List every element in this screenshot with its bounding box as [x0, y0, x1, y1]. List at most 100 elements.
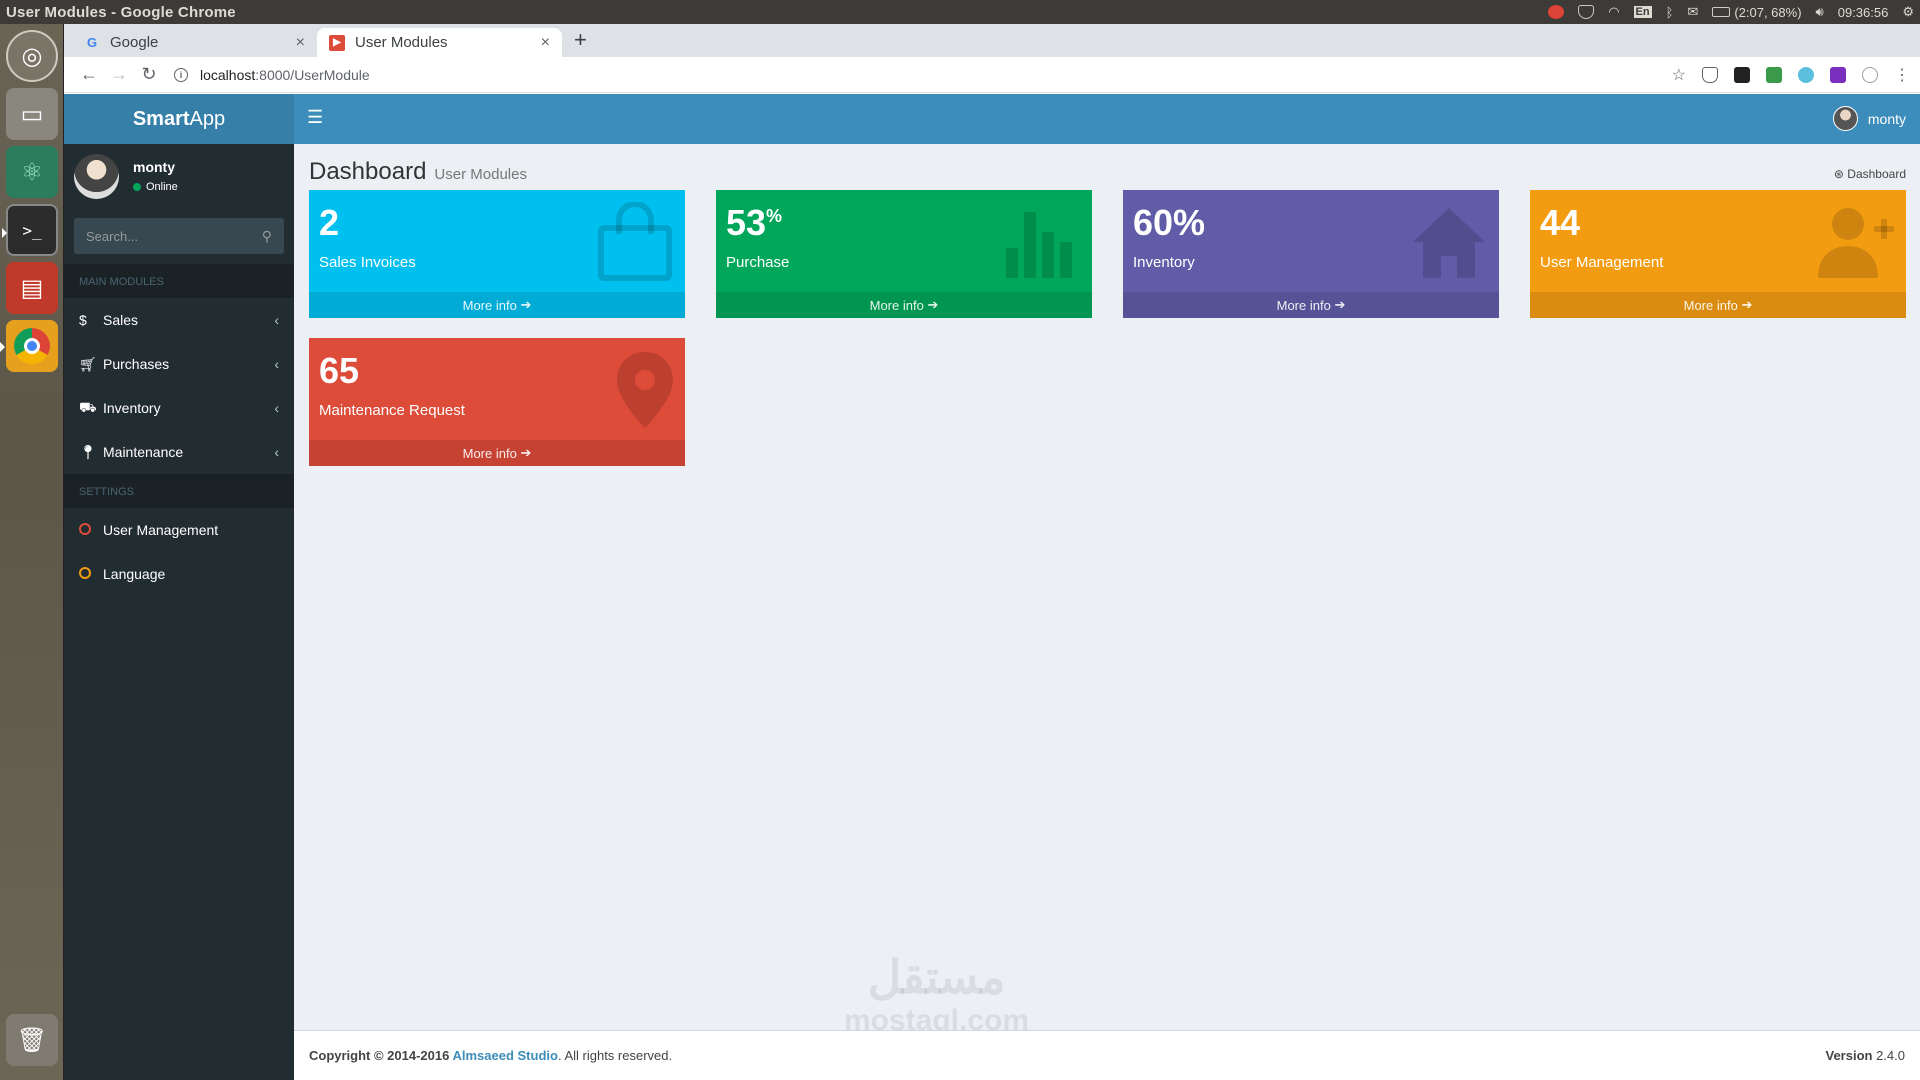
- dash-home-icon[interactable]: ◎: [6, 30, 58, 82]
- clock[interactable]: 09:36:56: [1838, 5, 1889, 20]
- logo-bold: Smart: [132, 107, 190, 130]
- mail-icon[interactable]: ✉: [1687, 4, 1698, 20]
- footer-copyright: Copyright © 2014-2016 Almsaeed Studio. A…: [309, 1048, 1825, 1063]
- bar-chart-icon: [1002, 202, 1082, 295]
- app-logo[interactable]: Smart App: [64, 94, 294, 144]
- box-value: 44: [1540, 202, 1580, 244]
- battery-indicator[interactable]: (2:07, 68%): [1712, 4, 1802, 20]
- box-value: 60%: [1133, 202, 1205, 244]
- more-info-link[interactable]: More info ➔: [309, 292, 685, 318]
- back-arrow-icon[interactable]: ←: [74, 64, 104, 85]
- extension-drop-icon[interactable]: [1798, 66, 1814, 83]
- more-info-label: More info: [869, 297, 924, 313]
- arrow-circle-right-icon: ➔: [927, 297, 939, 312]
- header-user-menu[interactable]: monty: [1832, 106, 1906, 131]
- profile-avatar-icon[interactable]: [1862, 66, 1878, 83]
- tab-google[interactable]: G Google ×: [72, 28, 317, 57]
- box-label: Maintenance Request: [319, 402, 465, 419]
- sidebar-toggle-icon[interactable]: ☰: [307, 107, 323, 128]
- close-tab-icon[interactable]: ×: [541, 34, 550, 52]
- sidebar-item-maintenance[interactable]: 📍︎ Maintenance ‹: [64, 430, 294, 474]
- system-tray: ◠ En ᛒ ✉ (2:07, 68%) 🔊︎ 09:36:56 ⚙: [1548, 4, 1914, 20]
- more-info-label: More info: [462, 297, 517, 313]
- header-user-name: monty: [1867, 110, 1906, 127]
- extension-pocket-icon[interactable]: [1830, 66, 1846, 83]
- extension-shield-icon[interactable]: [1702, 66, 1718, 83]
- sidebar-item-purchases[interactable]: 🛒︎ Purchases ‹: [64, 342, 294, 386]
- url-host: localhost: [200, 66, 256, 83]
- user-status-text: Online: [146, 181, 178, 193]
- dashboard-icon: ⊛: [1833, 167, 1844, 181]
- sidebar-item-user-management[interactable]: User Management: [64, 508, 294, 552]
- box-value: 2: [319, 202, 339, 244]
- logo-rest: App: [189, 107, 226, 130]
- sidebar-item-sales[interactable]: $ Sales ‹: [64, 298, 294, 342]
- copyright-prefix: Copyright © 2014-2016: [309, 1048, 453, 1063]
- search-icon[interactable]: ⚲: [262, 228, 272, 245]
- forward-arrow-icon[interactable]: →: [104, 64, 134, 85]
- sidebar-item-label: Inventory: [103, 400, 161, 416]
- volume-icon[interactable]: 🔊︎: [1816, 4, 1824, 20]
- page-title: Dashboard: [309, 158, 427, 185]
- battery-text: (2:07, 68%): [1734, 4, 1802, 20]
- extension-json-icon[interactable]: [1766, 66, 1782, 83]
- atom-editor-icon[interactable]: ⚛: [6, 146, 58, 198]
- extension-script-icon[interactable]: [1734, 66, 1750, 83]
- studio-link[interactable]: Almsaeed Studio: [452, 1048, 557, 1063]
- more-info-link[interactable]: More info ➔: [1123, 292, 1499, 318]
- circle-outline-icon: [79, 567, 91, 579]
- chrome-launcher-icon[interactable]: [0, 320, 58, 372]
- battery-icon: [1712, 7, 1731, 17]
- box-label: Inventory: [1133, 254, 1195, 271]
- keyboard-layout-indicator[interactable]: En: [1633, 6, 1652, 18]
- tab-strip: G Google × ▶ User Modules × +: [64, 24, 1920, 57]
- main-header: Smart App ☰ monty: [64, 94, 1920, 144]
- search-input[interactable]: Search...: [86, 229, 262, 244]
- unity-launcher: ◎ ▭ ⚛ >_ ▤ 🗑︎: [0, 24, 64, 1080]
- sidebar-item-label: Maintenance: [103, 444, 184, 460]
- bluetooth-icon[interactable]: ᛒ: [1666, 5, 1674, 20]
- browser-toolbar: ← → ↻ i localhost:8000/UserModule ☆ ⋮: [64, 57, 1920, 93]
- box-value-number: 53: [726, 202, 767, 243]
- bookmark-star-icon[interactable]: ☆: [1672, 65, 1686, 85]
- version-number: 2.4.0: [1876, 1048, 1905, 1063]
- box-label: Sales Invoices: [319, 254, 416, 271]
- box-value-number: 2: [319, 202, 340, 243]
- sidebar-item-label: Sales: [103, 312, 139, 328]
- more-info-link[interactable]: More info ➔: [309, 440, 685, 466]
- file-cabinet-icon[interactable]: ▤: [6, 262, 58, 314]
- more-info-link[interactable]: More info ➔: [716, 292, 1092, 318]
- browser-menu-icon[interactable]: ⋮: [1894, 65, 1910, 85]
- new-tab-button[interactable]: +: [574, 27, 587, 53]
- chrome-tray-icon[interactable]: [1548, 5, 1565, 19]
- more-info-link[interactable]: More info ➔: [1530, 292, 1906, 318]
- trash-icon[interactable]: 🗑︎: [6, 1014, 58, 1066]
- cart-icon: 🛒︎: [79, 355, 97, 372]
- google-favicon-icon: G: [86, 35, 98, 50]
- box-value: 65: [319, 350, 359, 392]
- terminal-app-icon[interactable]: >_: [2, 204, 58, 256]
- browser-window: G Google × ▶ User Modules × + ← → ↻ i lo…: [64, 24, 1920, 1080]
- small-box-purchase: 53% Purchase More info ➔: [716, 190, 1092, 318]
- sidebar-item-language[interactable]: Language: [64, 552, 294, 596]
- tab-user-modules[interactable]: ▶ User Modules ×: [317, 28, 562, 57]
- arrow-circle-right-icon: ➔: [520, 297, 532, 312]
- box-value-number: 65: [319, 350, 360, 391]
- site-info-icon[interactable]: i: [174, 67, 188, 82]
- breadcrumb[interactable]: ⊛ Dashboard: [1834, 167, 1906, 181]
- extensions-area: ☆ ⋮: [1672, 65, 1910, 85]
- settings-gear-icon[interactable]: ⚙: [1902, 4, 1914, 20]
- sidebar-search[interactable]: Search... ⚲: [74, 218, 284, 254]
- footer-version: Version 2.4.0: [1825, 1048, 1905, 1063]
- user-plus-icon: [1816, 202, 1896, 295]
- sidebar-item-inventory[interactable]: ⛟ Inventory ‹: [64, 386, 294, 430]
- online-dot-icon: [133, 183, 141, 191]
- reload-icon[interactable]: ↻: [134, 64, 164, 85]
- wifi-icon[interactable]: ◠: [1608, 4, 1619, 20]
- address-bar[interactable]: i localhost:8000/UserModule: [174, 61, 1672, 89]
- scanner-app-icon[interactable]: ▭: [6, 88, 58, 140]
- os-top-bar: User Modules - Google Chrome ◠ En ᛒ ✉ (2…: [0, 0, 1920, 24]
- close-tab-icon[interactable]: ×: [296, 34, 305, 52]
- shield-tray-icon[interactable]: [1578, 5, 1595, 19]
- sidebar-item-label: Purchases: [103, 356, 170, 372]
